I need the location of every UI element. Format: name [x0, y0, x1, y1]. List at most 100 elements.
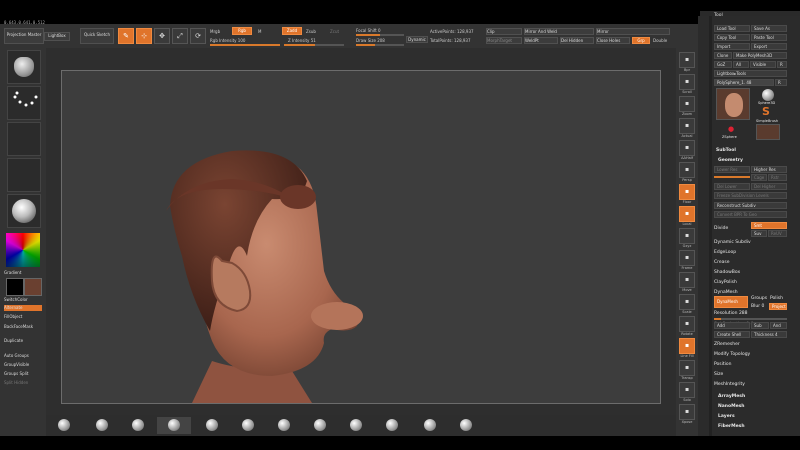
close-holes-button[interactable]: Close Holes [596, 37, 630, 44]
viewport-canvas[interactable] [61, 70, 661, 404]
backface-mask-button[interactable]: BackFaceMask [4, 324, 33, 329]
add-button[interactable]: Add [714, 322, 750, 329]
del-hidden-button[interactable]: Del Hidden [560, 37, 594, 44]
brush-thumb-6[interactable] [242, 419, 254, 431]
r-tool-button[interactable]: R [775, 79, 787, 86]
mirror-and-weld-button[interactable]: Mirror And Weld [524, 28, 594, 35]
lightbox-button[interactable]: LightBox [44, 32, 70, 41]
all-button[interactable]: All [733, 61, 749, 68]
double-button[interactable]: Double [653, 38, 667, 43]
shelf-rotate-button[interactable]: ▪ [679, 316, 695, 332]
z-intensity-slider[interactable] [284, 44, 344, 46]
reconstruct-subdiv-button[interactable]: Reconstruct Subdiv [714, 202, 787, 209]
del-higher-button[interactable]: Del Higher [751, 183, 787, 190]
r-button[interactable]: R [777, 61, 787, 68]
make-polymesh-button[interactable]: Make PolyMesh3D [733, 52, 787, 59]
dynamic-subdiv-button[interactable]: Dynamic Subdiv [714, 240, 751, 245]
material-selector[interactable] [7, 194, 41, 228]
shelf-bpr-button[interactable]: ▪ [679, 52, 695, 68]
polymesh-thumbnail[interactable] [756, 124, 780, 140]
projection-master-button[interactable]: Projection Master [4, 28, 44, 44]
shelf-persp-button[interactable]: ▪ [679, 162, 695, 178]
weld-pt-button[interactable]: WeldPt [524, 37, 558, 44]
shelf-scale-button[interactable]: ▪ [679, 294, 695, 310]
shadowbox-button[interactable]: ShadowBox [714, 270, 740, 275]
zremesher-section[interactable]: ZRemesher [714, 342, 740, 347]
quick-sketch-button[interactable]: Quick Sketch [80, 28, 114, 44]
position-section[interactable]: Position [714, 362, 732, 367]
main-color-swatch[interactable] [6, 278, 24, 296]
mrgb-button[interactable]: Mrgb [210, 29, 220, 34]
current-tool-slider[interactable]: PolySphere_1. 48 [714, 79, 774, 86]
lower-res-button[interactable]: Lower Res [714, 166, 750, 173]
auto-groups-button[interactable]: Auto Groups [4, 353, 29, 358]
scale-button[interactable]: ⤢ [172, 28, 188, 44]
groups-button[interactable]: Groups [751, 296, 767, 301]
create-shell-button[interactable]: Create Shell [714, 331, 750, 338]
alternate-button[interactable]: Alternate [4, 305, 42, 311]
lightbox-tools-button[interactable]: Lightbox▸Tools [714, 70, 787, 77]
brush-thumb-10[interactable] [386, 419, 398, 431]
move-button[interactable]: ✥ [154, 28, 170, 44]
load-tool-button[interactable]: Load Tool [714, 25, 750, 32]
draw-size-slider[interactable] [356, 44, 404, 46]
shelf-xpose-button[interactable]: ▪ [679, 404, 695, 420]
cage-button[interactable]: Cage [751, 174, 767, 181]
shelf-solo-button[interactable]: ▪ [679, 382, 695, 398]
resolution-slider[interactable] [714, 318, 787, 320]
rstr-button[interactable]: Rstr [768, 174, 787, 181]
focal-shift-slider[interactable] [356, 34, 404, 36]
brush-thumb-7[interactable] [278, 419, 290, 431]
secondary-color-swatch[interactable] [24, 278, 42, 296]
reuv-button[interactable]: ReUV [768, 230, 787, 237]
smt-button[interactable]: Smt [751, 222, 787, 229]
paste-tool-button[interactable]: Paste Tool [751, 34, 787, 41]
edit-button[interactable]: ✎ [118, 28, 134, 44]
polish-button[interactable]: Polish [770, 296, 783, 301]
color-picker[interactable] [6, 233, 40, 267]
clone-button[interactable]: Clone [714, 52, 732, 59]
shelf-transp-button[interactable]: ▪ [679, 360, 695, 376]
shelf-zoom-button[interactable]: ▪ [679, 96, 695, 112]
dynamesh-button[interactable]: DynaMesh [714, 296, 748, 308]
sub-button[interactable]: Sub [751, 322, 769, 329]
zsub-button[interactable]: Zsub [306, 29, 316, 34]
shelf-local-button[interactable]: ▪ [679, 206, 695, 222]
brush-thumb-5[interactable] [206, 419, 218, 431]
simplebrush-icon[interactable]: S [762, 105, 770, 118]
blur-slider[interactable]: Blur 0 [751, 304, 764, 309]
claypolish-button[interactable]: ClayPolish [714, 280, 737, 285]
size-section[interactable]: Size [714, 372, 723, 377]
arraymesh-section[interactable]: ArrayMesh [718, 394, 745, 399]
nanomesh-section[interactable]: NanoMesh [718, 404, 745, 409]
switch-color-button[interactable]: SwitchColor [4, 297, 28, 302]
rgb-intensity-slider[interactable] [210, 44, 280, 46]
grp-button[interactable]: Grp [632, 37, 650, 44]
group-visible-button[interactable]: GroupVisible [4, 362, 29, 367]
dynamesh-section[interactable]: DynaMesh [714, 290, 738, 295]
brush-thumb-4-selected[interactable] [157, 417, 191, 434]
freeze-subdivision-button[interactable]: Freeze SubDivision Levels [714, 192, 787, 199]
project-button[interactable]: Project [769, 303, 787, 310]
and-button[interactable]: And [770, 322, 787, 329]
brush-thumb-2[interactable] [96, 419, 108, 431]
shelf-gxyz-button[interactable]: ▪ [679, 228, 695, 244]
goz-button[interactable]: GoZ [714, 61, 732, 68]
shelf-scroll-button[interactable]: ▪ [679, 74, 695, 90]
dynamic-button[interactable]: Dynamic [406, 36, 428, 43]
crease-button[interactable]: Crease [714, 260, 730, 265]
mirror-button[interactable]: Mirror [596, 28, 670, 35]
alpha-selector[interactable] [7, 122, 41, 156]
tray-divider[interactable] [709, 16, 712, 436]
shelf-linefill-button[interactable]: ▪ [679, 338, 695, 354]
meshintegrity-section[interactable]: MeshIntegrity [714, 382, 745, 387]
fibermesh-section[interactable]: FiberMesh [718, 424, 745, 429]
suv-button[interactable]: Suv [751, 230, 767, 237]
copy-tool-button[interactable]: Copy Tool [714, 34, 750, 41]
morph-target-button[interactable]: MorphTarget [486, 37, 522, 44]
shelf-move-button[interactable]: ▪ [679, 272, 695, 288]
zadd-button[interactable]: Zadd [282, 27, 302, 35]
visible-button[interactable]: Visible [750, 61, 776, 68]
split-hidden-button[interactable]: Split Hidden [4, 380, 28, 385]
draw-button[interactable]: ⊹ [136, 28, 152, 44]
